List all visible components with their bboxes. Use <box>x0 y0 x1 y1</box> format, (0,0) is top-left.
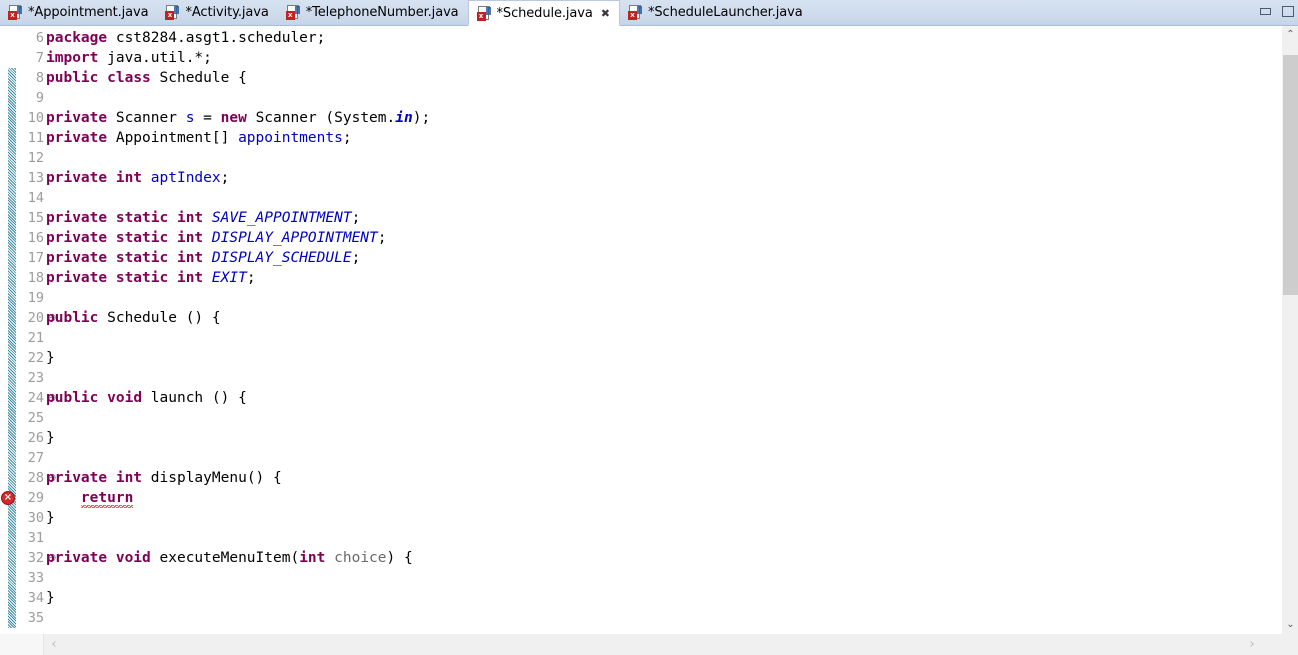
code-line[interactable]: import java.util.*; <box>46 48 212 68</box>
vertical-scroll-thumb[interactable] <box>1283 55 1298 295</box>
code-line[interactable]: private int aptIndex; <box>46 168 229 188</box>
java-file-icon: x <box>285 4 300 20</box>
scroll-right-icon[interactable]: › <box>1242 634 1262 655</box>
editor-tab-bar: x *Appointment.java x *Activity.java x *… <box>0 0 1298 26</box>
line-number: 26 <box>27 430 44 446</box>
tab-label: *Activity.java <box>185 4 269 20</box>
line-number: 33 <box>27 570 44 586</box>
line-number: 34 <box>27 590 44 606</box>
code-line[interactable]: } <box>46 348 55 368</box>
line-number: 16 <box>27 230 44 246</box>
tab-appointment-java[interactable]: x *Appointment.java <box>0 0 157 25</box>
line-number: 8 <box>35 70 44 86</box>
line-number: 25 <box>27 410 44 426</box>
scroll-down-icon[interactable]: ⌄ <box>1282 616 1298 634</box>
code-content[interactable]: package cst8284.asgt1.scheduler; import j… <box>44 26 1274 634</box>
code-line[interactable]: private Appointment[] appointments; <box>46 128 352 148</box>
change-bar <box>8 68 16 628</box>
line-number: 19 <box>27 290 44 306</box>
code-line[interactable]: return <box>46 488 134 508</box>
java-file-icon: x <box>476 5 491 21</box>
java-file-icon: x <box>627 4 642 20</box>
line-number: 32 <box>27 550 44 566</box>
scroll-left-icon[interactable]: ‹ <box>44 634 64 655</box>
code-line[interactable]: public Schedule () { <box>46 308 221 328</box>
code-line[interactable]: private static int DISPLAY_APPOINTMENT; <box>46 228 387 248</box>
line-number: 29 <box>27 490 44 506</box>
line-number: 17 <box>27 250 44 266</box>
code-line[interactable]: private void executeMenuItem(int choice)… <box>46 548 413 568</box>
scrollbar-corner <box>1281 634 1298 655</box>
line-number: 22 <box>27 350 44 366</box>
line-number: 18 <box>27 270 44 286</box>
line-number: 21 <box>27 330 44 346</box>
horizontal-scrollbar[interactable]: ‹ › <box>0 634 1298 655</box>
line-number: 7 <box>35 50 44 66</box>
code-editor[interactable]: × 6 7 8 9 10 11 12 13 14 15 16 17 18 19 20 21 22 23 24 25 26… <box>0 26 1298 655</box>
code-line[interactable]: private static int SAVE_APPOINTMENT; <box>46 208 360 228</box>
window-controls <box>1260 2 1294 20</box>
minimize-icon[interactable] <box>1260 7 1271 15</box>
line-number: 23 <box>27 370 44 386</box>
line-number: 27 <box>27 450 44 466</box>
maximize-icon[interactable] <box>1282 5 1294 17</box>
tab-activity-java[interactable]: x *Activity.java <box>157 0 277 25</box>
code-line[interactable]: public class Schedule { <box>46 68 247 88</box>
line-number: 35 <box>27 610 44 626</box>
line-number: 12 <box>27 150 44 166</box>
code-line[interactable]: private Scanner s = new Scanner (System.… <box>46 108 430 128</box>
line-number: 30 <box>27 510 44 526</box>
code-line[interactable]: private int displayMenu() { <box>46 468 282 488</box>
line-number: 14 <box>27 190 44 206</box>
code-line[interactable]: private static int EXIT; <box>46 268 256 288</box>
code-line[interactable]: } <box>46 508 55 528</box>
line-number: 10 <box>27 110 44 126</box>
scrollbar-left-cap <box>0 634 44 655</box>
marker-ruler[interactable]: × <box>0 26 16 634</box>
line-number: 9 <box>35 90 44 106</box>
line-number: 20 <box>27 310 44 326</box>
code-line[interactable]: } <box>46 588 55 608</box>
tab-label: *ScheduleLauncher.java <box>647 4 803 20</box>
code-line[interactable]: private static int DISPLAY_SCHEDULE; <box>46 248 360 268</box>
line-number: 11 <box>27 130 44 146</box>
line-number: 31 <box>27 530 44 546</box>
tab-label: *Appointment.java <box>28 4 149 20</box>
tab-schedule-java[interactable]: x *Schedule.java ✖ <box>467 0 620 26</box>
code-line[interactable]: public void launch () { <box>46 388 247 408</box>
line-number: 24 <box>27 390 44 406</box>
close-icon[interactable]: ✖ <box>601 8 610 19</box>
scroll-up-icon[interactable]: ⌃ <box>1282 26 1298 44</box>
java-file-icon: x <box>8 4 22 20</box>
line-number-ruler: 6 7 8 9 10 11 12 13 14 15 16 17 18 19 20 21 22 23 24 25 26 27… <box>16 26 46 634</box>
line-number: 28 <box>27 470 44 486</box>
tab-telephonenumber-java[interactable]: x *TelephoneNumber.java <box>278 0 468 25</box>
horizontal-scroll-thumb[interactable] <box>45 635 1235 654</box>
error-marker-icon[interactable]: × <box>1 491 15 505</box>
vertical-scrollbar[interactable]: ⌃ ⌄ <box>1281 26 1298 634</box>
tab-schedulelauncher-java[interactable]: x *ScheduleLauncher.java <box>620 0 812 25</box>
code-line[interactable]: package cst8284.asgt1.scheduler; <box>46 28 325 48</box>
line-number: 6 <box>35 30 44 46</box>
line-number: 13 <box>27 170 44 186</box>
java-file-icon: x <box>165 4 180 20</box>
code-line[interactable]: } <box>46 428 55 448</box>
line-number: 15 <box>27 210 44 226</box>
tab-label: *Schedule.java <box>496 5 593 21</box>
tab-label: *TelephoneNumber.java <box>305 4 459 20</box>
